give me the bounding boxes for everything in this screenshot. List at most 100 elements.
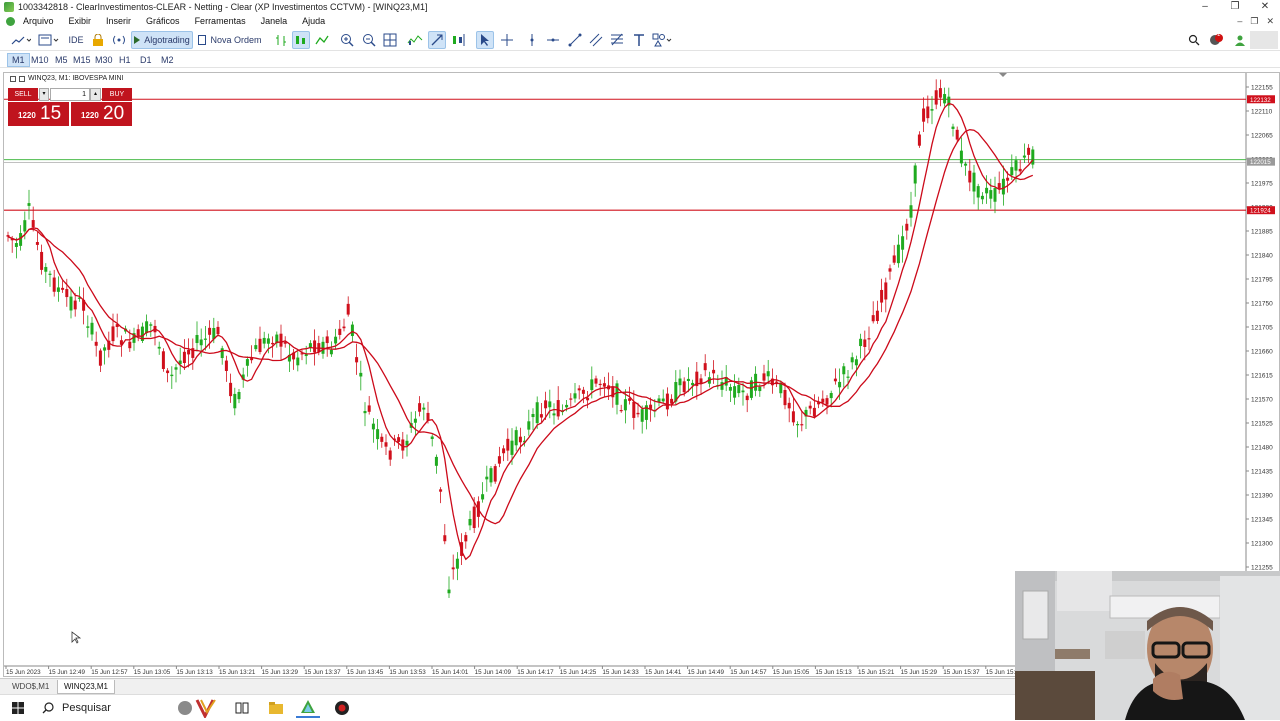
ide-button[interactable]: IDE <box>66 31 86 49</box>
candle-body <box>65 289 69 298</box>
menu-graficos[interactable]: Gráficos <box>146 14 180 29</box>
file-explorer-icon[interactable] <box>266 698 286 718</box>
candle <box>174 363 178 383</box>
time-label: 15 Jun 14:01 <box>432 669 469 676</box>
candle <box>1031 146 1035 169</box>
tile-windows-icon[interactable] <box>381 31 399 49</box>
candle-body <box>199 339 203 346</box>
line-chart-icon[interactable] <box>313 31 331 49</box>
candle <box>338 319 342 340</box>
volume-stepper[interactable]: ▴ <box>90 88 101 101</box>
candle <box>27 189 31 220</box>
menu-ajuda[interactable]: Ajuda <box>302 14 325 29</box>
autoscroll-icon[interactable] <box>428 31 446 49</box>
crosshair-icon[interactable] <box>498 31 516 49</box>
candle <box>791 398 795 426</box>
metatrader-taskbar-icon[interactable] <box>296 698 320 718</box>
mdi-close-button[interactable]: ✕ <box>1266 14 1274 29</box>
volume-dropdown[interactable]: ▾ <box>39 88 49 101</box>
candle-body <box>728 386 732 391</box>
vertical-line-icon[interactable] <box>523 31 541 49</box>
sell-button[interactable]: SELL <box>8 88 38 101</box>
timeframe-m10[interactable]: M10 <box>27 53 53 67</box>
candle-body <box>922 108 926 122</box>
horizontal-line-icon[interactable] <box>544 31 562 49</box>
taskbar-search[interactable]: Pesquisar <box>36 695 164 721</box>
menu-inserir[interactable]: Inserir <box>106 14 131 29</box>
candle-body <box>712 369 716 374</box>
time-label: 15 Jun 13:13 <box>176 669 213 676</box>
candle <box>40 244 44 275</box>
close-button[interactable]: ✕ <box>1250 0 1280 14</box>
tab-wdo-m1[interactable]: WDO$,M1 <box>6 680 55 694</box>
chart-type-icon[interactable] <box>8 31 34 49</box>
toolbar-extra-field[interactable] <box>1250 31 1278 49</box>
timeframe-m2[interactable]: M2 <box>157 53 178 67</box>
candle <box>695 362 699 400</box>
trendline-icon[interactable] <box>566 31 584 49</box>
algotrading-button[interactable]: Algotrading <box>131 31 193 49</box>
news-widget-icon[interactable] <box>174 698 222 718</box>
cursor-icon[interactable] <box>476 31 494 49</box>
search-icon[interactable] <box>1185 31 1203 49</box>
candlestick-icon[interactable] <box>292 31 310 49</box>
taskbar-search-icon <box>42 702 54 714</box>
candle <box>976 183 980 210</box>
fibonacci-icon[interactable] <box>608 31 626 49</box>
buy-price-box[interactable]: 1220 20 <box>71 102 132 126</box>
candle-body <box>678 378 682 386</box>
candle <box>132 327 136 351</box>
candle <box>896 234 900 268</box>
candle-body <box>481 494 485 500</box>
candle <box>964 161 968 176</box>
text-tool-icon[interactable] <box>630 31 648 49</box>
candle <box>833 368 837 385</box>
windows-start-icon[interactable] <box>8 698 28 718</box>
candle <box>615 380 619 415</box>
candle-body <box>338 328 342 335</box>
zoom-in-icon[interactable] <box>338 31 356 49</box>
menu-janela[interactable]: Janela <box>261 14 288 29</box>
mdi-minimize-button[interactable]: – <box>1237 14 1242 29</box>
task-view-icon[interactable] <box>232 698 252 718</box>
nova-ordem-button[interactable]: Nova Ordem <box>198 31 262 49</box>
notifications-icon[interactable]: 1 <box>1207 31 1225 49</box>
candle <box>527 409 531 436</box>
mdi-restore-button[interactable]: ❐ <box>1250 14 1258 29</box>
candle-body <box>934 90 938 105</box>
webcam-overlay <box>1015 571 1280 720</box>
candle-body <box>586 397 590 401</box>
menu-ferramentas[interactable]: Ferramentas <box>195 14 246 29</box>
timeframe-h1[interactable]: H1 <box>115 53 135 67</box>
account-icon[interactable] <box>1231 31 1249 49</box>
candle <box>796 421 800 438</box>
timeframe-d1[interactable]: D1 <box>136 53 156 67</box>
zoom-out-icon[interactable] <box>360 31 378 49</box>
recording-app-icon[interactable] <box>331 698 353 718</box>
channel-icon[interactable] <box>587 31 605 49</box>
bar-chart-icon[interactable] <box>272 31 290 49</box>
tab-winq23-m1[interactable]: WINQ23,M1 <box>57 680 116 694</box>
price-label: 121795 <box>1251 277 1273 284</box>
buy-button[interactable]: BUY <box>102 88 132 101</box>
lock-icon[interactable] <box>89 31 107 49</box>
low-line-price-tag: 121924 <box>1250 208 1271 215</box>
signal-icon[interactable] <box>110 31 128 49</box>
shapes-icon[interactable] <box>650 31 676 49</box>
templates-icon[interactable] <box>36 31 62 49</box>
maximize-button[interactable]: ❐ <box>1220 0 1250 14</box>
menu-arquivo[interactable]: Arquivo <box>23 14 54 29</box>
candle <box>661 389 665 404</box>
timeframe-m30[interactable]: M30 <box>91 53 117 67</box>
candle-body <box>388 450 392 460</box>
volume-input[interactable]: 1 <box>50 88 90 101</box>
minimize-button[interactable]: – <box>1190 0 1220 14</box>
candle <box>481 482 485 503</box>
menu-exibir[interactable]: Exibir <box>69 14 92 29</box>
candle-body <box>846 376 850 378</box>
sell-price-box[interactable]: 1220 15 <box>8 102 69 126</box>
chart-shift-icon[interactable] <box>450 31 468 49</box>
candle-body <box>510 440 514 455</box>
candle-body <box>766 371 770 377</box>
indicators-icon[interactable] <box>406 31 424 49</box>
